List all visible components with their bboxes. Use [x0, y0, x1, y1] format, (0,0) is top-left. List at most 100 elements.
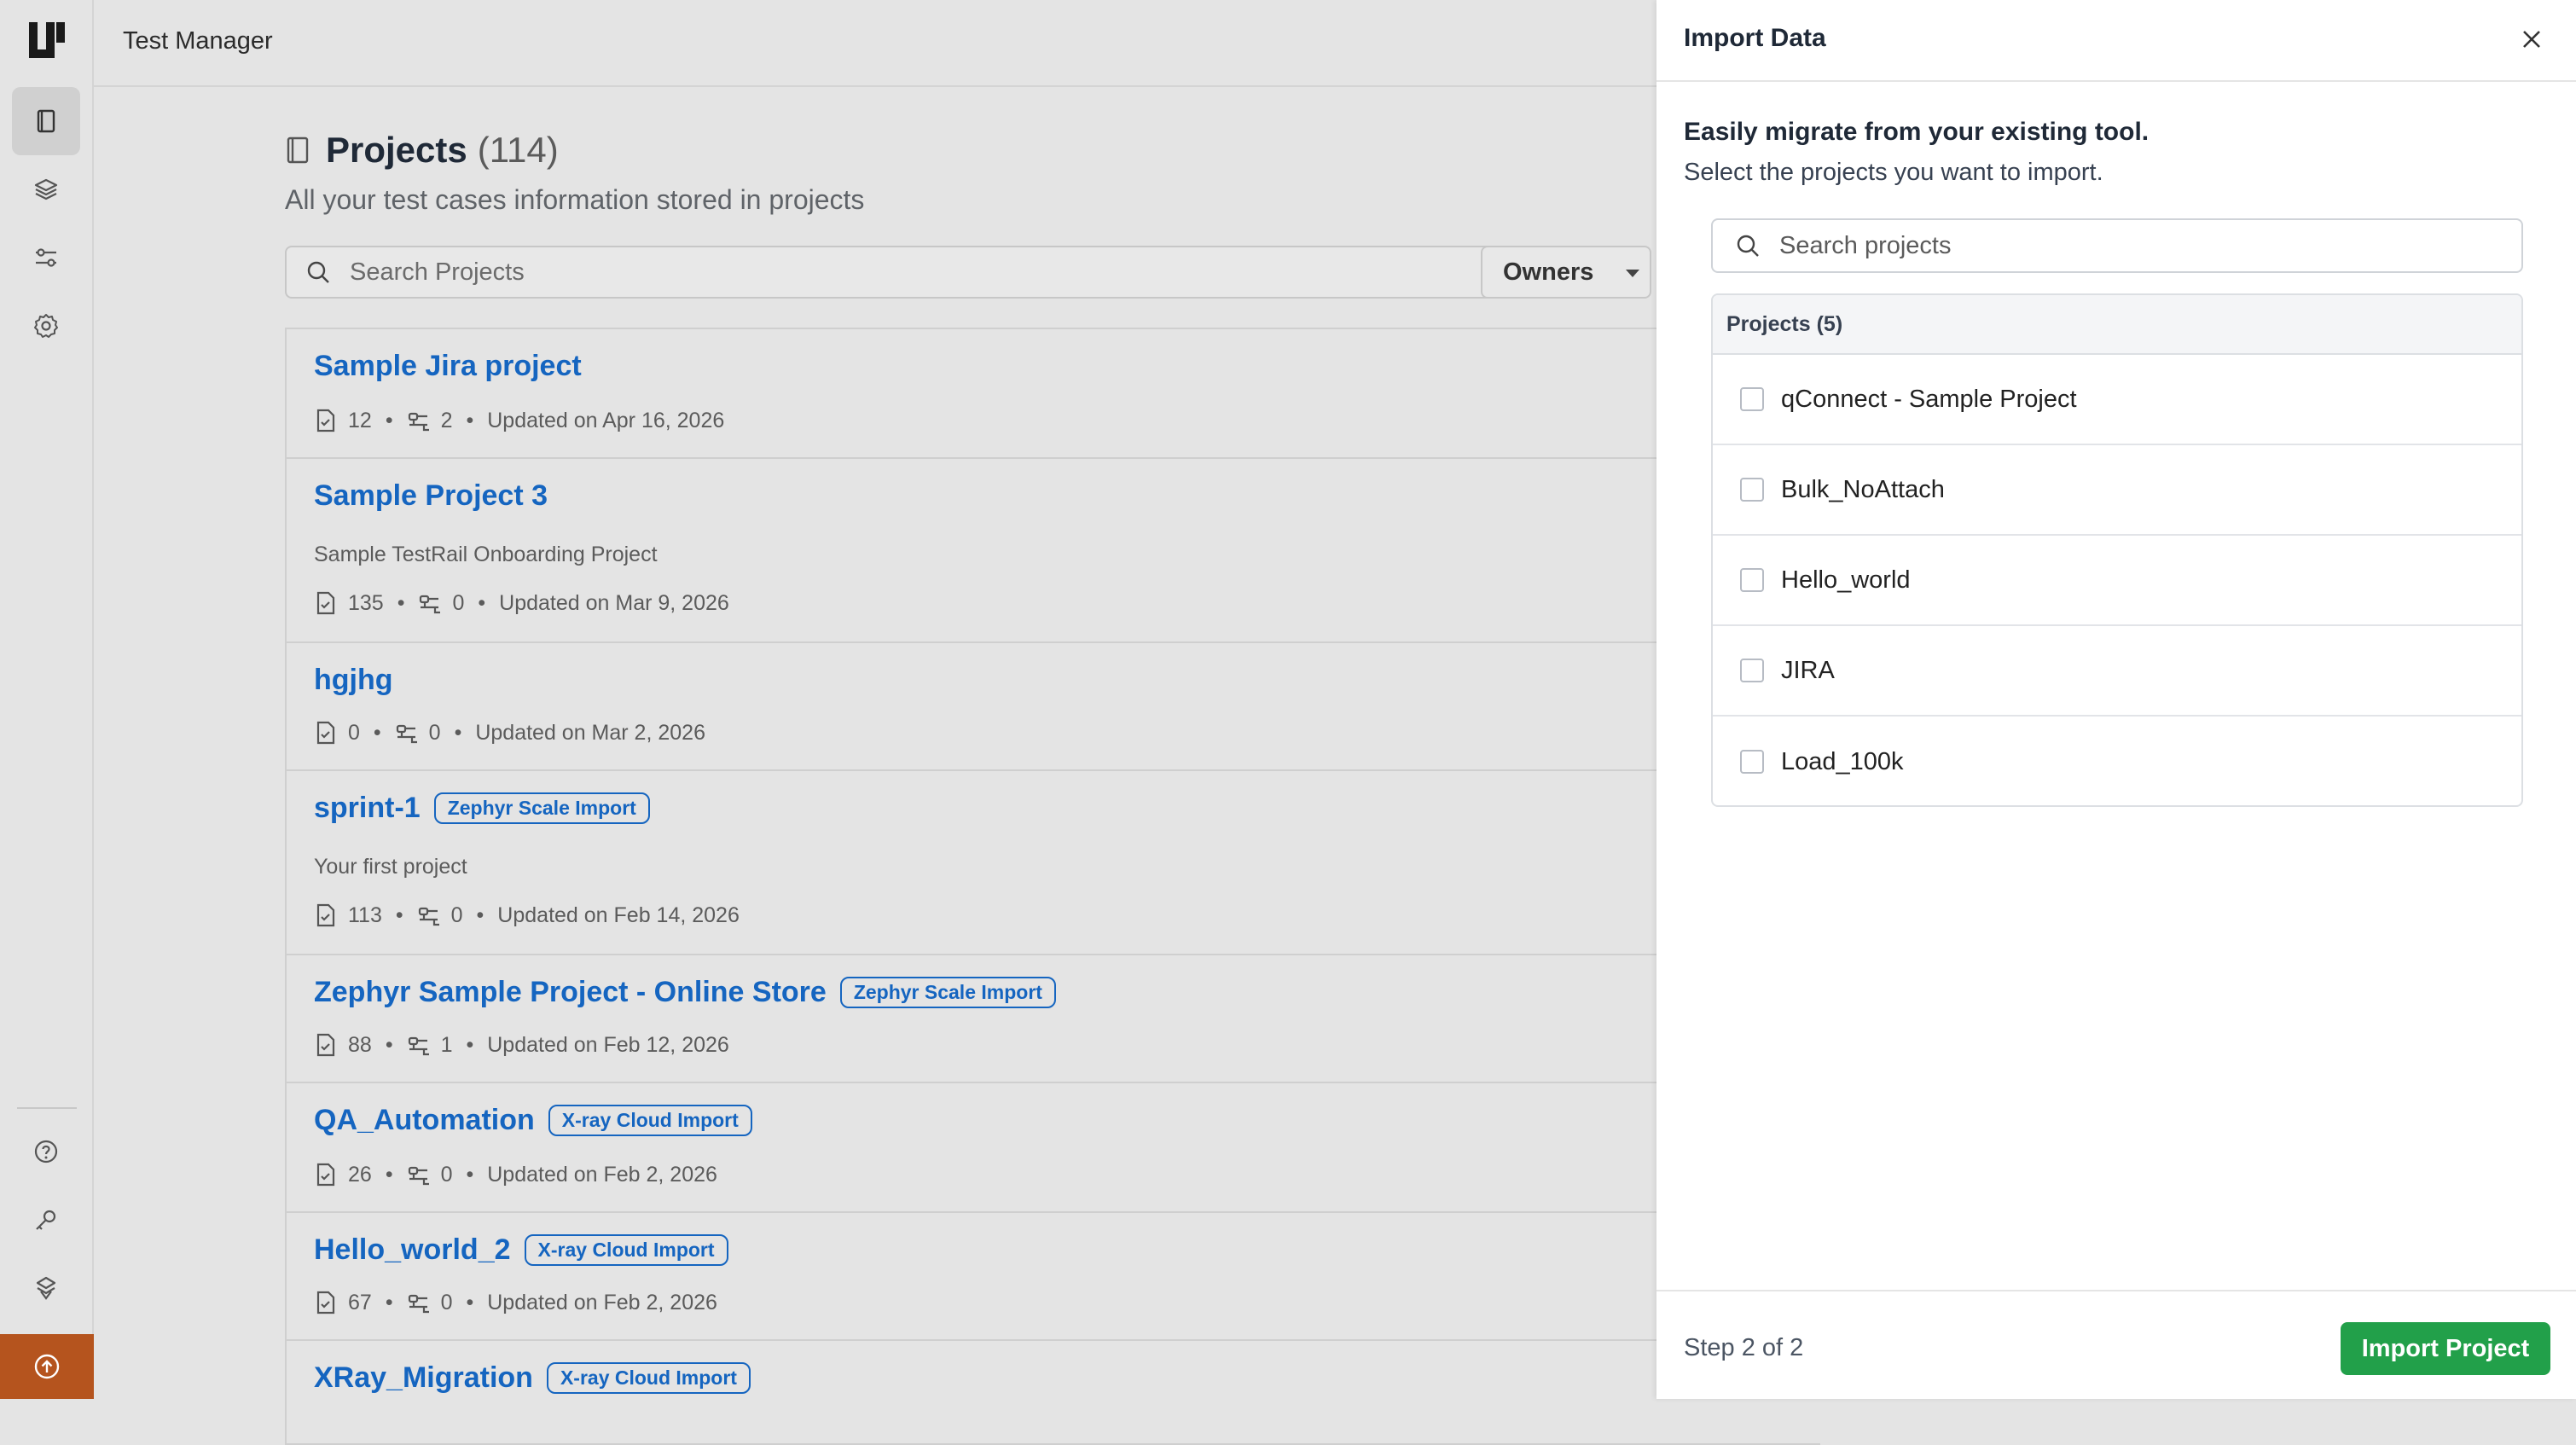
drawer-title: Import Data: [1684, 24, 1826, 52]
import-intro-title: Easily migrate from your existing tool.: [1684, 118, 2150, 146]
side-rail: [0, 0, 94, 1399]
app-logo[interactable]: [26, 20, 68, 63]
test-case-icon: [316, 1163, 335, 1187]
table-header: Projects (5): [1713, 295, 2521, 355]
updated-date: Updated on Feb 2, 2026: [487, 1290, 717, 1314]
import-project-label: JIRA: [1781, 656, 1835, 684]
project-name-link[interactable]: Sample Project 3: [314, 479, 548, 513]
import-data-drawer: Import Data Easily migrate from your exi…: [1656, 0, 2576, 1399]
project-meta: 135 • 0 • Updated on Mar 9, 2026: [314, 590, 729, 616]
project-search-input[interactable]: [348, 257, 1503, 287]
test-run-count: 0: [440, 1162, 453, 1187]
page-subtitle: All your test cases information stored i…: [285, 184, 865, 215]
project-meta: 88 • 1 • Updated on Feb 12, 2026: [314, 1032, 729, 1058]
test-case-count: 26: [348, 1162, 372, 1187]
import-project-button[interactable]: Import Project: [2341, 1322, 2550, 1375]
project-name-link[interactable]: sprint-1: [314, 792, 421, 825]
test-run-count: 0: [440, 1290, 453, 1314]
test-run-icon: [408, 1166, 429, 1186]
import-project-search[interactable]: [1711, 218, 2523, 273]
project-name-link[interactable]: Hello_world_2: [314, 1233, 511, 1267]
project-name-link[interactable]: QA_Automation: [314, 1104, 535, 1137]
import-source-badge: X-ray Cloud Import: [546, 1362, 751, 1394]
test-run-icon: [408, 412, 429, 432]
drawer-footer: Step 2 of 2 Import Project: [1656, 1290, 2576, 1399]
rail-divider: [17, 1107, 77, 1109]
page-title: Projects: [326, 130, 467, 170]
app-title: Test Manager: [123, 27, 273, 55]
import-project-row[interactable]: Load_100k: [1713, 717, 2521, 805]
rail-settings-button[interactable]: [12, 292, 80, 360]
project-checkbox[interactable]: [1740, 478, 1764, 502]
project-checkbox[interactable]: [1740, 659, 1764, 682]
import-project-row[interactable]: JIRA: [1713, 626, 2521, 717]
test-run-count: 1: [440, 1032, 453, 1057]
import-search-input[interactable]: [1778, 230, 2480, 261]
updated-date: Updated on Feb 12, 2026: [487, 1032, 729, 1057]
sliders-icon: [36, 248, 56, 267]
updated-date: Updated on Apr 16, 2026: [487, 408, 725, 432]
project-row[interactable]: Sample Project 3 Sample TestRail Onboard…: [287, 459, 1820, 643]
rail-layers-button[interactable]: [12, 155, 80, 223]
project-row[interactable]: XRay_Migration X-ray Cloud Import: [287, 1341, 1820, 1443]
test-case-icon: [316, 903, 335, 927]
layers-icon: [34, 178, 58, 200]
project-meta: 113 • 0 • Updated on Feb 14, 2026: [314, 902, 740, 928]
project-name-link[interactable]: XRay_Migration: [314, 1361, 533, 1395]
project-checkbox[interactable]: [1740, 387, 1764, 411]
project-name-link[interactable]: Sample Jira project: [314, 350, 582, 383]
updated-date: Updated on Mar 9, 2026: [499, 590, 729, 615]
book-icon: [37, 109, 55, 133]
import-project-label: Load_100k: [1781, 747, 1904, 775]
owners-filter-dropdown[interactable]: Owners: [1481, 246, 1651, 299]
book-icon: [287, 136, 309, 164]
test-run-icon: [396, 724, 417, 744]
import-source-badge: Zephyr Scale Import: [433, 792, 650, 824]
project-list: Sample Jira project 12 • 2 • Updated on …: [285, 328, 1820, 1445]
gear-icon: [34, 314, 58, 338]
test-case-count: 135: [348, 590, 384, 615]
help-icon: [34, 1140, 58, 1164]
project-row[interactable]: Hello_world_2 X-ray Cloud Import 67 • 0 …: [287, 1213, 1820, 1341]
project-checkbox[interactable]: [1740, 568, 1764, 592]
project-checkbox[interactable]: [1740, 750, 1764, 774]
import-project-label: Bulk_NoAttach: [1781, 475, 1945, 503]
test-case-count: 12: [348, 408, 372, 432]
project-name-link[interactable]: hgjhg: [314, 664, 393, 697]
test-case-icon: [316, 1033, 335, 1057]
project-row[interactable]: Zephyr Sample Project - Online Store Zep…: [287, 955, 1820, 1083]
project-search[interactable]: [285, 246, 1559, 299]
drawer-header: Import Data: [1656, 0, 2576, 82]
rail-integrations-button[interactable]: [12, 1254, 80, 1322]
rail-projects-button[interactable]: [12, 87, 80, 155]
owners-filter-label: Owners: [1503, 258, 1594, 286]
rail-runs-button[interactable]: [12, 223, 80, 292]
close-button[interactable]: [2518, 26, 2545, 53]
import-project-row[interactable]: Bulk_NoAttach: [1713, 445, 2521, 536]
import-source-badge: X-ray Cloud Import: [548, 1105, 752, 1136]
rail-help-button[interactable]: [12, 1117, 80, 1186]
test-case-count: 113: [348, 902, 382, 927]
project-name-link[interactable]: Zephyr Sample Project - Online Store: [314, 976, 827, 1009]
search-icon: [1737, 235, 1759, 257]
test-run-icon: [408, 1036, 429, 1056]
import-project-row[interactable]: Hello_world: [1713, 536, 2521, 626]
import-source-badge: X-ray Cloud Import: [524, 1234, 728, 1266]
project-row[interactable]: Sample Jira project 12 • 2 • Updated on …: [287, 329, 1820, 459]
project-row[interactable]: sprint-1 Zephyr Scale Import Your first …: [287, 771, 1820, 955]
import-project-label: Hello_world: [1781, 566, 1911, 594]
test-case-count: 67: [348, 1290, 372, 1314]
rail-upgrade-button[interactable]: [0, 1334, 94, 1399]
test-case-icon: [316, 721, 335, 745]
project-count: (114): [477, 130, 559, 170]
updated-date: Updated on Feb 2, 2026: [487, 1162, 717, 1187]
test-case-icon: [316, 409, 335, 432]
project-row[interactable]: hgjhg 0 • 0 • Updated on Mar 2, 2026: [287, 643, 1820, 771]
test-case-icon: [316, 1291, 335, 1314]
close-icon: [2523, 31, 2540, 48]
key-icon: [36, 1210, 56, 1230]
rail-api-key-button[interactable]: [12, 1186, 80, 1254]
project-meta: 26 • 0 • Updated on Feb 2, 2026: [314, 1162, 717, 1187]
project-row[interactable]: QA_Automation X-ray Cloud Import 26 • 0 …: [287, 1083, 1820, 1213]
import-project-row[interactable]: qConnect - Sample Project: [1713, 355, 2521, 445]
